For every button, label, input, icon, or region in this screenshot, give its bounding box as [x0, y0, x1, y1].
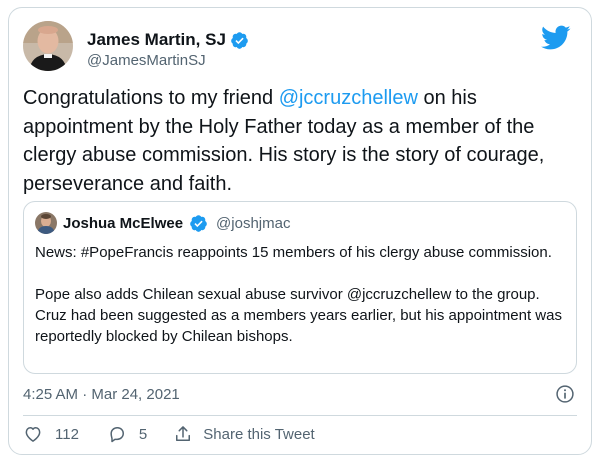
quoted-paragraph-2: Pope also adds Chilean sexual abuse surv… [35, 286, 562, 345]
verified-badge-icon [190, 214, 207, 232]
heart-icon [25, 427, 41, 442]
action-divider [23, 415, 577, 416]
quoted-tweet-text: News: #PopeFrancis reappoints 15 members… [35, 242, 565, 347]
reply-bubble-icon [110, 427, 124, 443]
quoted-author-avatar [35, 212, 57, 234]
like-button[interactable]: 112 [23, 424, 79, 444]
tweet-header: James Martin, SJ @JamesMartinSJ [23, 21, 577, 73]
info-icon[interactable] [555, 384, 575, 404]
share-label: Share this Tweet [203, 425, 315, 443]
tweet-card[interactable]: James Martin, SJ @JamesMartinSJ Congratu… [8, 7, 592, 455]
share-button[interactable]: Share this Tweet [173, 424, 315, 444]
reply-count: 5 [138, 425, 148, 443]
tweet-body: Congratulations to my friend @jccruzchel… [23, 84, 583, 198]
action-bar: 112 5 Share this Tweet [23, 424, 315, 444]
quoted-paragraph-1: News: #PopeFrancis reappoints 15 members… [35, 244, 552, 261]
author-handle[interactable]: @JamesMartinSJ [87, 52, 206, 69]
share-icon [176, 426, 191, 441]
author-avatar[interactable] [23, 21, 73, 71]
quoted-author-name: Joshua McElwee [63, 214, 184, 232]
author-name-row: James Martin, SJ [87, 30, 249, 50]
twitter-bird-icon[interactable] [541, 25, 571, 51]
mention-link[interactable]: @jccruzchellew [279, 87, 418, 109]
verified-badge-icon [231, 31, 248, 49]
quoted-tweet[interactable]: Joshua McElwee @joshjmac News: #PopeFran… [23, 201, 577, 374]
like-count: 112 [55, 425, 79, 443]
quoted-author-handle: @joshjmac [216, 214, 291, 232]
tweet-text-start: Congratulations to my friend [23, 87, 279, 109]
author-name[interactable]: James Martin, SJ [87, 30, 226, 50]
quoted-tweet-header: Joshua McElwee @joshjmac [35, 212, 290, 234]
reply-button[interactable]: 5 [107, 424, 147, 444]
tweet-timestamp[interactable]: 4:25 AM · Mar 24, 2021 [23, 386, 180, 403]
